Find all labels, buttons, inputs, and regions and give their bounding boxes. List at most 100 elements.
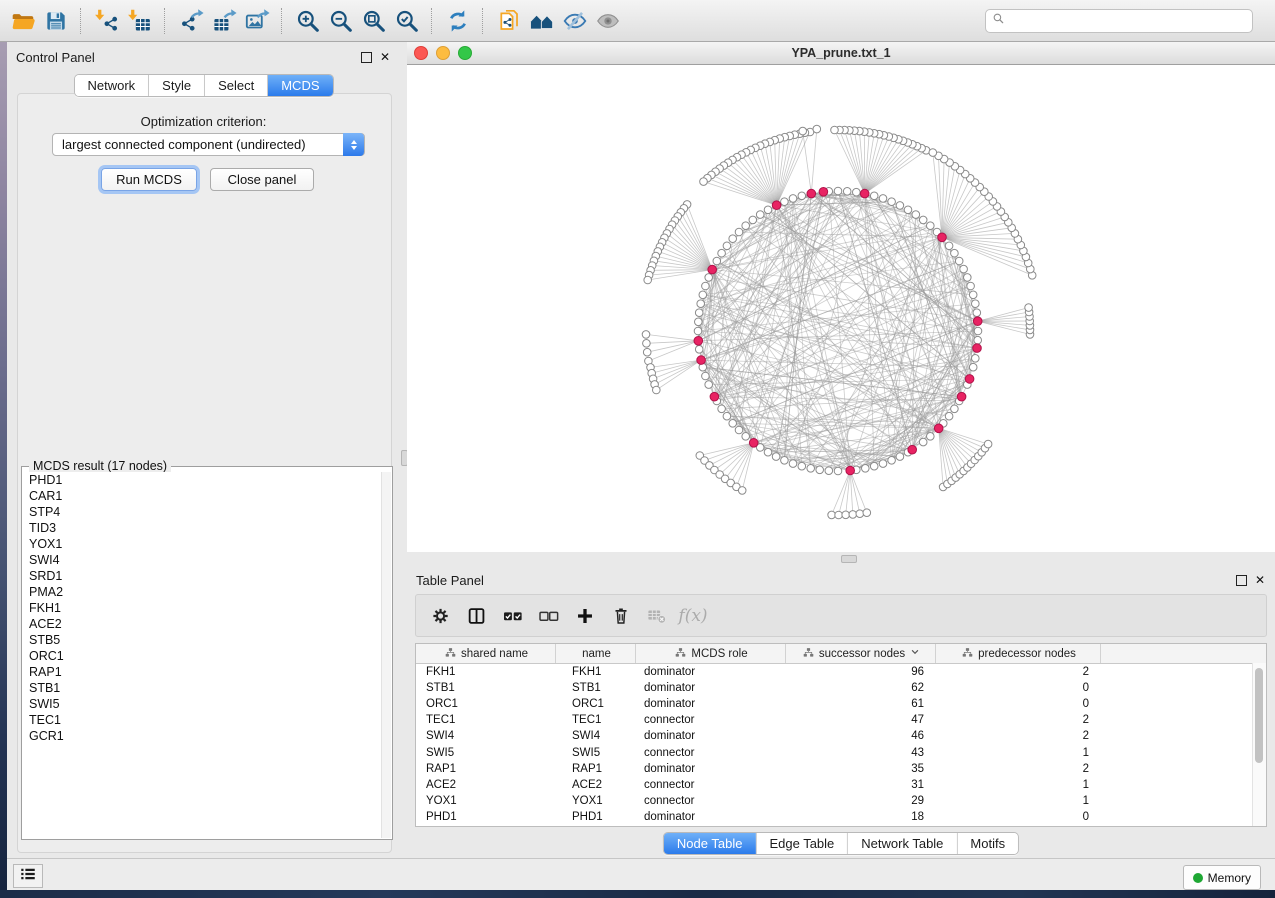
- table-row[interactable]: RAP1RAP1dominator352: [416, 761, 1266, 777]
- mcds-list-scrollbar[interactable]: [381, 472, 391, 838]
- network-canvas[interactable]: [407, 65, 1275, 553]
- mcds-result-item[interactable]: TID3: [23, 520, 382, 536]
- list-icon: [19, 865, 37, 888]
- network-window: YPA_prune.txt_1: [407, 42, 1275, 552]
- cell-shared-name: ORC1: [416, 698, 556, 710]
- cell-MCDS-role: connector: [636, 779, 786, 791]
- cell-name: TEC1: [556, 714, 636, 726]
- save-icon[interactable]: [39, 5, 72, 37]
- add-icon[interactable]: [570, 601, 600, 631]
- column-header-MCDS-role[interactable]: MCDS role: [636, 644, 786, 663]
- desktop-background-bottom: [0, 890, 1275, 898]
- tab-network-table[interactable]: Network Table: [848, 833, 957, 854]
- mcds-result-item[interactable]: PHD1: [23, 472, 382, 488]
- close-panel-icon[interactable]: ✕: [380, 52, 390, 62]
- network-window-titlebar[interactable]: YPA_prune.txt_1: [407, 42, 1275, 65]
- search-icon: [992, 12, 1005, 30]
- show-columns-icon[interactable]: [462, 601, 492, 631]
- mcds-result-item[interactable]: FKH1: [23, 600, 382, 616]
- mcds-result-item[interactable]: RAP1: [23, 664, 382, 680]
- refresh-icon[interactable]: [441, 5, 474, 37]
- mcds-result-item[interactable]: ACE2: [23, 616, 382, 632]
- select-all-icon[interactable]: [498, 601, 528, 631]
- mcds-result-item[interactable]: CAR1: [23, 488, 382, 504]
- clone-network-icon[interactable]: [492, 5, 525, 37]
- column-header-shared-name[interactable]: shared name: [416, 644, 556, 663]
- show-all-icon[interactable]: [591, 5, 624, 37]
- tab-select[interactable]: Select: [205, 75, 268, 96]
- column-header-name[interactable]: name: [556, 644, 636, 663]
- run-mcds-button[interactable]: Run MCDS: [101, 168, 197, 191]
- cell-MCDS-role: dominator: [636, 811, 786, 823]
- zoom-out-icon[interactable]: [324, 5, 357, 37]
- memory-button[interactable]: Memory: [1183, 865, 1261, 890]
- first-neighbors-icon[interactable]: [525, 5, 558, 37]
- mcds-result-list[interactable]: PHD1CAR1STP4TID3YOX1SWI4SRD1PMA2FKH1ACE2…: [23, 472, 382, 838]
- mcds-result-item[interactable]: GCR1: [23, 728, 382, 744]
- table-row[interactable]: STB1STB1dominator620: [416, 680, 1266, 696]
- delete-icon[interactable]: [606, 601, 636, 631]
- export-network-icon[interactable]: [174, 5, 207, 37]
- cell-predecessor-nodes: 2: [936, 730, 1101, 742]
- horizontal-splitter[interactable]: [407, 552, 1275, 565]
- zoom-fit-icon[interactable]: [357, 5, 390, 37]
- table-row[interactable]: YOX1YOX1connector291: [416, 793, 1266, 809]
- column-header-predecessor-nodes[interactable]: predecessor nodes: [936, 644, 1101, 663]
- close-table-panel-icon[interactable]: ✕: [1255, 575, 1265, 585]
- export-image-icon[interactable]: [240, 5, 273, 37]
- tab-network[interactable]: Network: [74, 75, 149, 96]
- tab-node-table[interactable]: Node Table: [664, 833, 757, 854]
- cell-name: SWI5: [556, 747, 636, 759]
- column-settings-icon[interactable]: [426, 601, 456, 631]
- mcds-result-item[interactable]: STP4: [23, 504, 382, 520]
- cell-MCDS-role: connector: [636, 714, 786, 726]
- hide-selected-icon[interactable]: [558, 5, 591, 37]
- table-row[interactable]: SWI4SWI4dominator462: [416, 728, 1266, 744]
- search-input-wrap[interactable]: [985, 9, 1253, 33]
- table-row[interactable]: PHD1PHD1dominator180: [416, 809, 1266, 825]
- table-row[interactable]: ORC1ORC1dominator610: [416, 696, 1266, 712]
- import-table-icon[interactable]: [123, 5, 156, 37]
- export-table-icon[interactable]: [207, 5, 240, 37]
- cell-successor-nodes: 46: [786, 730, 936, 742]
- mcds-result-item[interactable]: YOX1: [23, 536, 382, 552]
- optimization-criterion-select[interactable]: largest connected component (undirected): [52, 133, 365, 156]
- mcds-result-item[interactable]: ORC1: [23, 648, 382, 664]
- mcds-result-item[interactable]: PMA2: [23, 584, 382, 600]
- mcds-result-item[interactable]: SWI5: [23, 696, 382, 712]
- memory-label: Memory: [1208, 871, 1251, 885]
- zoom-in-icon[interactable]: [291, 5, 324, 37]
- table-tabs: Node TableEdge TableNetwork TableMotifs: [663, 832, 1019, 855]
- column-header-successor-nodes[interactable]: successor nodes: [786, 644, 936, 663]
- open-file-icon[interactable]: [6, 5, 39, 37]
- import-network-icon[interactable]: [90, 5, 123, 37]
- cell-MCDS-role: dominator: [636, 666, 786, 678]
- deselect-all-icon[interactable]: [534, 601, 564, 631]
- cell-shared-name: TEC1: [416, 714, 556, 726]
- cell-name: PHD1: [556, 811, 636, 823]
- tab-style[interactable]: Style: [149, 75, 205, 96]
- close-panel-button[interactable]: Close panel: [210, 168, 314, 191]
- cell-MCDS-role: dominator: [636, 682, 786, 694]
- mcds-result-item[interactable]: SWI4: [23, 552, 382, 568]
- table-scrollbar[interactable]: [1252, 663, 1266, 826]
- view-mode-button[interactable]: [13, 864, 43, 888]
- cell-predecessor-nodes: 2: [936, 763, 1101, 775]
- float-table-panel-icon[interactable]: [1236, 575, 1247, 586]
- control-panel-tabs: NetworkStyleSelectMCDS: [73, 74, 333, 97]
- table-row[interactable]: FKH1FKH1dominator962: [416, 664, 1266, 680]
- mcds-result-item[interactable]: STB1: [23, 680, 382, 696]
- float-panel-icon[interactable]: [361, 52, 372, 63]
- mcds-result-item[interactable]: TEC1: [23, 712, 382, 728]
- mcds-result-item[interactable]: SRD1: [23, 568, 382, 584]
- cell-shared-name: STB1: [416, 682, 556, 694]
- tab-edge-table[interactable]: Edge Table: [756, 833, 848, 854]
- search-input[interactable]: [1010, 13, 1246, 29]
- mcds-result-item[interactable]: STB5: [23, 632, 382, 648]
- zoom-selected-icon[interactable]: [390, 5, 423, 37]
- table-row[interactable]: TEC1TEC1connector472: [416, 712, 1266, 728]
- tab-mcds[interactable]: MCDS: [268, 75, 332, 96]
- table-row[interactable]: SWI5SWI5connector431: [416, 744, 1266, 760]
- tab-motifs[interactable]: Motifs: [957, 833, 1018, 854]
- table-row[interactable]: ACE2ACE2connector311: [416, 777, 1266, 793]
